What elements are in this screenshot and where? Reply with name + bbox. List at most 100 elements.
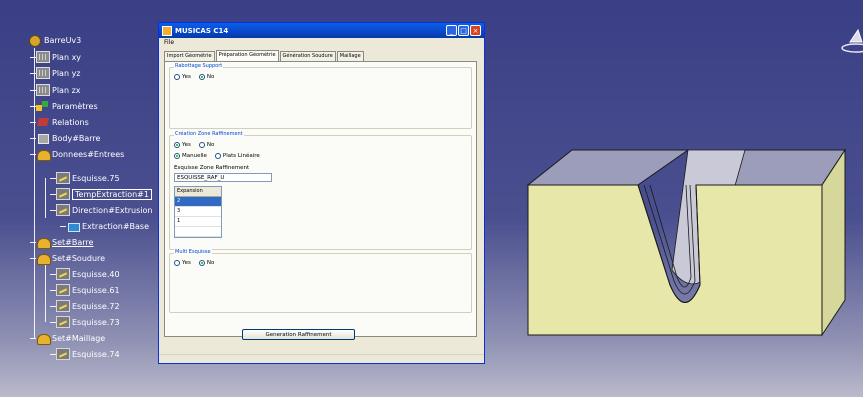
tree-node[interactable]: Set#Barre [36, 234, 93, 250]
tree-node[interactable]: Plan zx [36, 82, 81, 98]
tree-node[interactable]: Extraction#Base [66, 218, 149, 234]
raffinement-no-label: No [206, 142, 215, 148]
raffinement-yes-radio[interactable] [174, 142, 180, 148]
tree-node-label: Esquisse.61 [72, 285, 120, 295]
tree-node[interactable]: Set#Maillage [36, 330, 105, 346]
tree-node[interactable]: Plan yz [36, 65, 81, 81]
tab-pane-preparation: Rabottage Support Yes No Création Zone R… [164, 61, 477, 337]
dialog-title: MUSICAS C14 [175, 26, 229, 35]
geometrical-set-icon [36, 148, 51, 161]
tree-node[interactable]: Body#Barre [36, 130, 100, 146]
tree-node-label: Esquisse.73 [72, 317, 120, 327]
group-multi-esquisse: Multi Esquisse Yes No [169, 249, 472, 313]
manuelle-radio[interactable] [174, 153, 180, 159]
tree-node-label: Set#Barre [52, 237, 94, 247]
sketch-icon [56, 300, 70, 312]
expansion-table[interactable]: Expansion 2 3 1 [174, 186, 222, 238]
tree-root-label: BarreUv3 [44, 35, 82, 45]
tab-strip: Import Géométrie Préparation Géométrie G… [164, 50, 365, 61]
tree-node[interactable]: Relations [36, 114, 89, 130]
close-icon[interactable]: × [470, 25, 481, 36]
sketch-icon [56, 188, 70, 200]
tree-connector [34, 48, 35, 338]
specification-tree: BarreUv3 Plan xy Plan yz Plan zx Paramètres R… [0, 0, 160, 397]
tree-node-label: Set#Soudure [52, 253, 106, 263]
tree-connector [45, 178, 46, 218]
tree-node[interactable]: Esquisse.73 [56, 314, 120, 330]
group-rabottage-support: Rabottage Support Yes No [169, 63, 472, 129]
tree-node[interactable]: Esquisse.61 [56, 282, 120, 298]
sketch-icon [56, 172, 70, 184]
sketch-icon [56, 204, 70, 216]
tree-node[interactable]: Donnees#Entrees [36, 146, 124, 162]
tree-node-label: Esquisse.72 [72, 301, 120, 311]
geometrical-set-icon [36, 252, 51, 265]
part-icon [28, 34, 42, 47]
tree-node[interactable]: TempExtraction#1 [56, 186, 152, 202]
table-row[interactable]: 1 [175, 217, 221, 227]
rabottage-no-label: No [206, 74, 215, 80]
multi-no-radio[interactable] [198, 260, 205, 266]
compass-icon[interactable] [840, 28, 863, 54]
group-title-raffinement: Création Zone Raffinement [174, 131, 244, 137]
tree-root[interactable]: BarreUv3 [28, 32, 81, 48]
sketch-zone-field[interactable]: ESQUISSE_RAF_U [174, 173, 272, 182]
tree-node-label: Esquisse.40 [72, 269, 120, 279]
rabottage-yes-radio[interactable] [174, 74, 180, 80]
rabottage-radio-row: Yes No [174, 74, 222, 80]
geometrical-set-icon [36, 236, 51, 249]
tree-node[interactable]: Esquisse.75 [56, 170, 120, 186]
menu-file[interactable]: File [164, 39, 174, 46]
table-row[interactable]: 3 [175, 207, 221, 217]
tree-node-label: TempExtraction#1 [72, 188, 152, 200]
tree-node[interactable]: Esquisse.72 [56, 298, 120, 314]
group-zone-raffinement: Création Zone Raffinement Yes No Manuell… [169, 131, 472, 250]
group-title-multi-esquisse: Multi Esquisse [174, 249, 212, 255]
left-top-face [526, 149, 690, 186]
group-title-rabottage: Rabottage Support [174, 63, 224, 69]
minimize-icon[interactable]: _ [446, 25, 457, 36]
sketch-icon [56, 348, 70, 360]
tree-node-label: Esquisse.74 [72, 349, 120, 359]
table-row[interactable] [175, 227, 221, 237]
maximize-icon[interactable]: □ [458, 25, 469, 36]
raffinement-yes-label: Yes [182, 142, 191, 148]
plane-icon [36, 51, 50, 63]
plats-lineaire-label: Plats Linéaire [222, 153, 260, 159]
multi-yes-radio[interactable] [174, 260, 180, 266]
multi-esquisse-radio-row: Yes No [174, 260, 222, 266]
raffinement-type-row: Manuelle Plats Linéaire [174, 153, 268, 159]
tree-node-label: Donnees#Entrees [52, 149, 125, 159]
relations-icon [36, 116, 50, 128]
generate-refinement-button[interactable]: Generation Raffinement [242, 329, 355, 340]
rabottage-no-radio[interactable] [198, 74, 205, 80]
raffinement-no-radio[interactable] [198, 142, 205, 148]
tree-node-label: Direction#Extrusion [72, 205, 153, 215]
multi-no-label: No [206, 260, 215, 266]
table-row[interactable]: 2 [175, 197, 221, 207]
tree-node-label: Esquisse.75 [72, 173, 120, 183]
tab-generation-soudure[interactable]: Génération Soudure [279, 51, 336, 61]
tree-node-label: Plan zx [52, 85, 81, 95]
extraction-icon [66, 220, 80, 232]
musicas-dialog: MUSICAS C14 _ □ × File Import Géométrie … [158, 22, 485, 364]
tab-import-geometrie[interactable]: Import Géométrie [164, 51, 215, 61]
tab-maillage[interactable]: Maillage [336, 51, 364, 61]
dialog-titlebar[interactable]: MUSICAS C14 _ □ × [159, 23, 484, 38]
part-3d-view[interactable] [520, 145, 850, 345]
tree-node[interactable]: Esquisse.40 [56, 266, 120, 282]
tab-preparation-geometrie[interactable]: Préparation Géométrie [215, 50, 279, 61]
tree-node[interactable]: Set#Soudure [36, 250, 105, 266]
geometrical-set-icon [36, 332, 51, 345]
sketch-zone-label: Esquisse Zone Raffinement [174, 165, 250, 171]
body-icon [36, 132, 50, 144]
sketch-icon [56, 268, 70, 280]
plats-lineaire-radio[interactable] [214, 153, 221, 159]
tree-node[interactable]: Paramètres [36, 98, 98, 114]
tree-node[interactable]: Esquisse.74 [56, 346, 120, 362]
sketch-icon [56, 284, 70, 296]
tree-node[interactable]: Direction#Extrusion [56, 202, 152, 218]
expansion-header: Expansion [175, 187, 221, 197]
tree-node[interactable]: Plan xy [36, 49, 81, 65]
status-bar [159, 354, 484, 363]
